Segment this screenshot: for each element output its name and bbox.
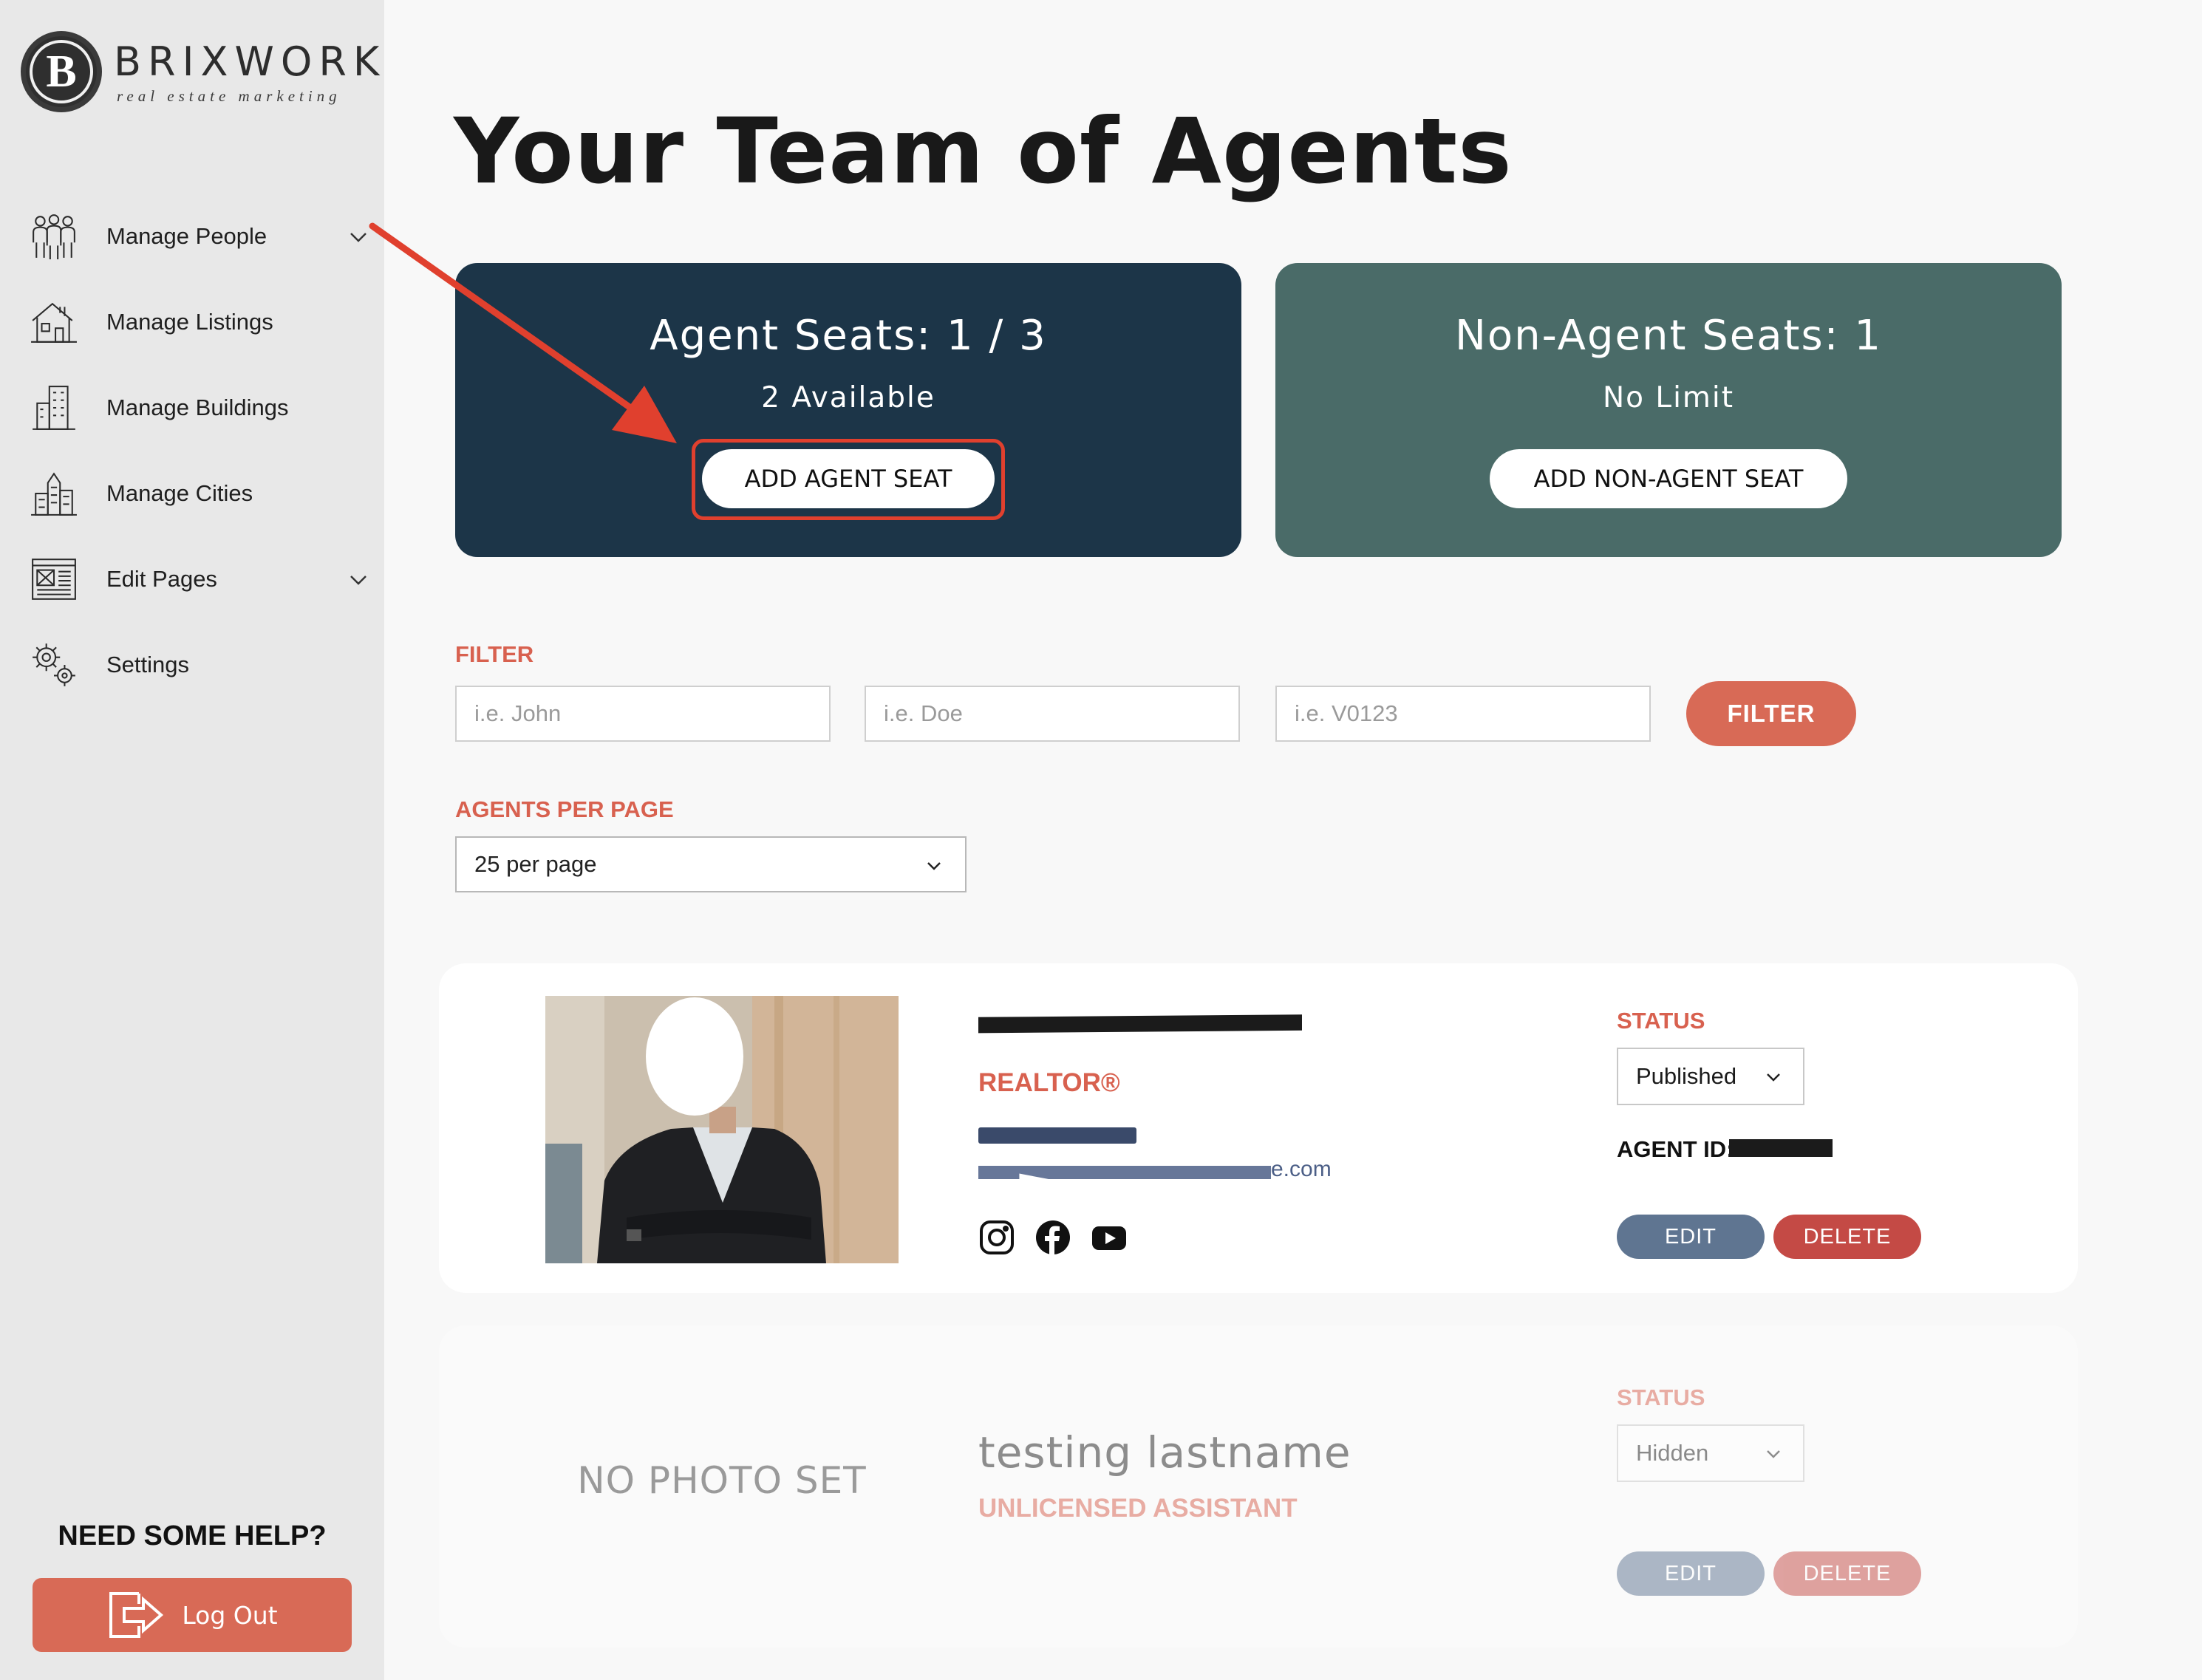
chevron-down-icon [1767, 1450, 1780, 1458]
non-agent-seats-limit: No Limit [1602, 381, 1735, 414]
status-value: Hidden [1636, 1440, 1709, 1466]
agent-id-filter-input[interactable] [1275, 686, 1651, 742]
status-label: STATUS [1617, 1384, 1705, 1410]
no-photo-placeholder: NO PHOTO SET [577, 1459, 867, 1502]
agent-card: REALTOR® e.com STATUS Published AGENT ID… [439, 963, 2078, 1293]
agent-role: UNLICENSED ASSISTANT [978, 1494, 1298, 1523]
sidebar-item-label: Manage Listings [106, 309, 273, 335]
sidebar-item-label: Manage Buildings [106, 395, 289, 420]
sidebar-item-label: Settings [106, 652, 190, 677]
logo-initial: B [30, 40, 93, 103]
brixwork-logo[interactable]: B BRIXWORK real estate marketing [21, 28, 379, 117]
filter-button[interactable]: FILTER [1686, 681, 1856, 746]
agent-id-label: AGENT ID: [1617, 1136, 1734, 1162]
agent-email-redacted[interactable] [978, 1166, 1271, 1179]
per-page-value: 25 per page [474, 851, 597, 877]
agent-phone-redacted[interactable] [978, 1127, 1136, 1144]
edit-agent-button[interactable]: EDIT [1617, 1551, 1765, 1596]
people-icon [30, 212, 78, 261]
sidebar-item-settings[interactable]: Settings [30, 622, 369, 708]
sidebar-item-label: Manage Cities [106, 480, 253, 506]
sidebar-item-manage-people[interactable]: Manage People [30, 194, 369, 279]
agents-per-page-label: AGENTS PER PAGE [455, 796, 674, 822]
status-label: STATUS [1617, 1008, 1705, 1034]
sidebar-nav: Manage People Manage Listings Manage Bui… [30, 194, 369, 708]
agent-name: testing lastname [978, 1427, 1351, 1478]
delete-agent-button[interactable]: DELETE [1773, 1551, 1921, 1596]
sidebar-item-label: Manage People [106, 223, 267, 249]
building-icon [30, 383, 78, 432]
add-non-agent-seat-button[interactable]: ADD NON-AGENT SEAT [1490, 449, 1847, 508]
edit-agent-button[interactable]: EDIT [1617, 1215, 1765, 1259]
logout-button[interactable]: Log Out [33, 1578, 352, 1652]
non-agent-seats-title: Non-Agent Seats: 1 [1455, 312, 1882, 360]
annotation-highlight-box [692, 439, 1005, 520]
filter-label: FILTER [455, 641, 534, 667]
page-icon [30, 555, 78, 604]
sidebar-item-manage-buildings[interactable]: Manage Buildings [30, 365, 369, 451]
chevron-down-icon[interactable] [347, 569, 369, 591]
agent-id-redacted [1729, 1139, 1833, 1157]
last-name-filter-input[interactable] [865, 686, 1240, 742]
logo-wordmark: BRIXWORK [114, 38, 386, 85]
status-select[interactable]: Hidden [1617, 1424, 1804, 1482]
chevron-down-icon [927, 862, 941, 870]
youtube-icon[interactable] [1091, 1219, 1128, 1256]
social-links [978, 1219, 1128, 1256]
sidebar: B BRIXWORK real estate marketing Manage … [0, 0, 384, 1680]
gears-icon [30, 641, 78, 689]
sidebar-item-manage-listings[interactable]: Manage Listings [30, 279, 369, 365]
annotation-arrow-icon [369, 222, 677, 443]
delete-agent-button[interactable]: DELETE [1773, 1215, 1921, 1259]
logout-icon [109, 1592, 164, 1638]
house-icon [30, 298, 78, 346]
facebook-icon[interactable] [1034, 1219, 1071, 1256]
help-heading: NEED SOME HELP? [58, 1520, 327, 1551]
first-name-filter-input[interactable] [455, 686, 831, 742]
chevron-down-icon [1767, 1073, 1780, 1082]
sidebar-item-edit-pages[interactable]: Edit Pages [30, 536, 369, 622]
agent-card: NO PHOTO SET testing lastname UNLICENSED… [439, 1325, 2078, 1647]
city-icon [30, 469, 78, 518]
agent-email-suffix[interactable]: e.com [1271, 1157, 1332, 1182]
sidebar-item-manage-cities[interactable]: Manage Cities [30, 451, 369, 536]
agents-per-page-select[interactable]: 25 per page [455, 836, 967, 892]
status-value: Published [1636, 1063, 1737, 1089]
sidebar-item-label: Edit Pages [106, 566, 217, 592]
page-title: Your Team of Agents [454, 99, 1513, 204]
status-select[interactable]: Published [1617, 1048, 1804, 1105]
non-agent-seats-card: Non-Agent Seats: 1 No Limit ADD NON-AGEN… [1275, 263, 2062, 557]
logo-tagline: real estate marketing [117, 87, 341, 105]
logo-badge: B [21, 31, 102, 112]
agent-photo [545, 996, 899, 1263]
instagram-icon[interactable] [978, 1219, 1015, 1256]
agent-role: REALTOR® [978, 1068, 1120, 1097]
logout-label: Log Out [182, 1600, 278, 1630]
agent-name-redacted [978, 1014, 1302, 1034]
